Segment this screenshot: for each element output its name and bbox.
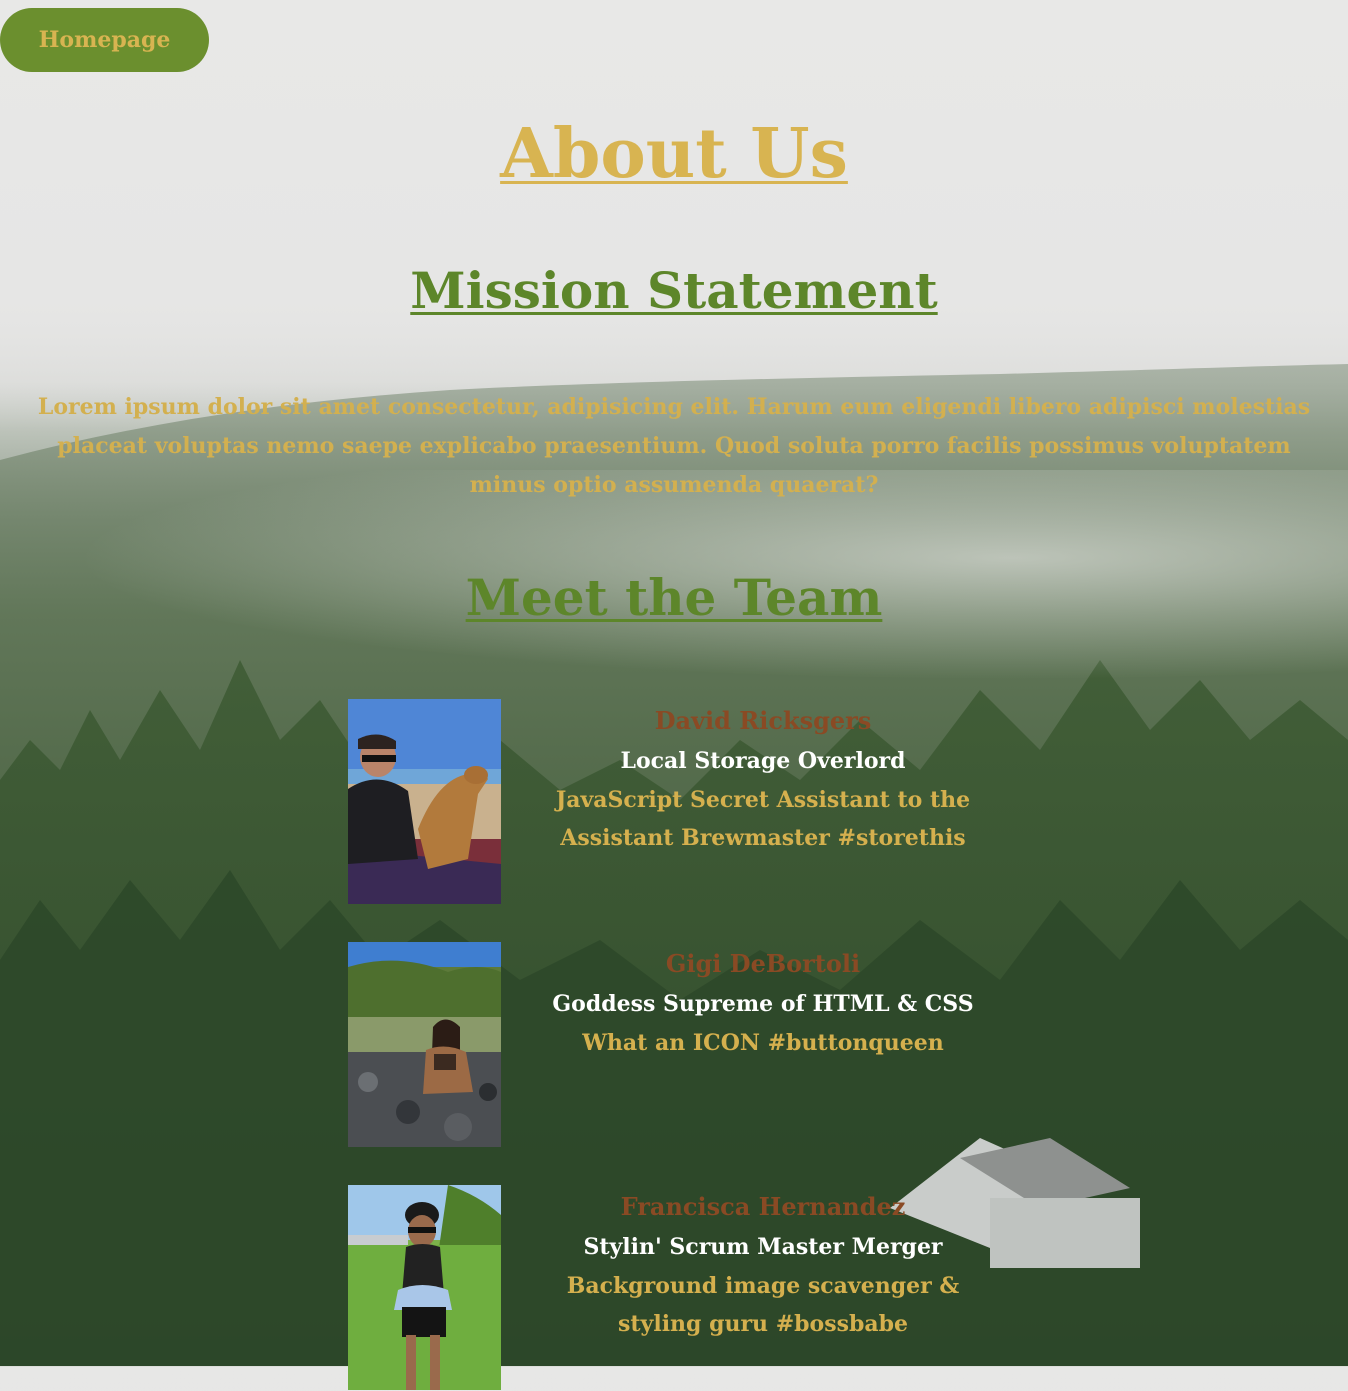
member-role: Stylin' Scrum Master Merger <box>583 1234 943 1260</box>
member-photo-gigi <box>348 942 501 1147</box>
team-member-card: Gigi DeBortoli Goddess Supreme of HTML &… <box>348 942 1008 1148</box>
page-title: About Us <box>500 114 848 194</box>
team-member-card: David Ricksgers Local Storage Overlord J… <box>348 699 1008 905</box>
background-fog <box>0 0 1348 430</box>
member-name: Gigi DeBortoli <box>665 949 861 978</box>
member-bio: Background image scavenger & styling gur… <box>566 1273 960 1337</box>
member-name: David Ricksgers <box>654 706 872 735</box>
member-bio: JavaScript Secret Assistant to the Assis… <box>555 787 971 851</box>
mission-heading: Mission Statement <box>410 261 938 320</box>
team-heading: Meet the Team <box>465 568 883 627</box>
member-photo-francisca <box>348 1185 501 1390</box>
mission-text: Lorem ipsum dolor sit amet consectetur, … <box>37 394 1311 498</box>
member-role: Local Storage Overlord <box>620 748 906 774</box>
member-bio: What an ICON #buttonqueen <box>582 1030 944 1056</box>
member-role: Goddess Supreme of HTML & CSS <box>552 991 974 1017</box>
team-member-card: Francisca Hernandez Stylin' Scrum Master… <box>348 1185 1008 1391</box>
member-name: Francisca Hernandez <box>620 1192 906 1221</box>
homepage-button[interactable]: Homepage <box>0 8 209 72</box>
member-photo-david <box>348 699 501 904</box>
